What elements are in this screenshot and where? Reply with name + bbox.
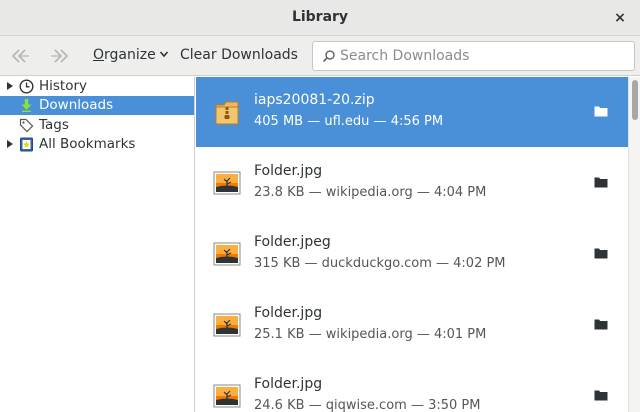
sidebar-item-label: All Bookmarks: [39, 136, 136, 152]
scrollbar[interactable]: [628, 77, 640, 412]
download-item[interactable]: iaps20081-20.zip 405 MB — ufl.edu — 4:56…: [196, 77, 628, 147]
library-window: Library × Organize Clear Downloads Searc…: [0, 0, 640, 412]
download-filename: Folder.jpg: [254, 305, 323, 321]
expander-arrow-icon[interactable]: [7, 82, 13, 90]
download-details: 315 KB — duckduckgo.com — 4:02 PM: [254, 256, 506, 271]
clock-icon: [19, 79, 34, 94]
toolbar: Organize Clear Downloads: [0, 36, 640, 76]
search-icon: [322, 50, 335, 63]
bookmarks-icon: [20, 137, 33, 152]
open-folder-icon[interactable]: [594, 176, 608, 188]
search-box[interactable]: [312, 41, 635, 71]
sidebar-item-tags[interactable]: Tags: [0, 116, 194, 135]
image-file-icon: [213, 242, 241, 266]
download-filename: Folder.jpg: [254, 376, 323, 392]
downloads-list[interactable]: iaps20081-20.zip 405 MB — ufl.edu — 4:56…: [196, 77, 628, 412]
download-filename: Folder.jpeg: [254, 234, 331, 250]
sidebar-item-all-bookmarks[interactable]: All Bookmarks: [0, 135, 194, 154]
window-title: Library: [291, 9, 349, 25]
zip-archive-icon: [215, 101, 239, 125]
search-input[interactable]: [340, 43, 630, 69]
download-item[interactable]: Folder.jpeg 315 KB — duckduckgo.com — 4:…: [196, 219, 628, 289]
image-file-icon: [213, 384, 241, 408]
sidebar-item-downloads[interactable]: Downloads: [0, 96, 194, 115]
open-folder-icon[interactable]: [594, 389, 608, 401]
tag-icon: [19, 118, 34, 133]
image-file-icon: [213, 313, 241, 337]
expander-arrow-icon[interactable]: [7, 140, 13, 148]
download-filename: Folder.jpg: [254, 163, 323, 179]
sidebar-item-label: History: [39, 78, 88, 94]
scrollbar-thumb[interactable]: [632, 80, 638, 120]
sidebar-item-label: Downloads: [39, 97, 114, 113]
forward-button[interactable]: [48, 46, 72, 66]
open-folder-icon[interactable]: [594, 318, 608, 330]
download-item[interactable]: Folder.jpg 23.8 KB — wikipedia.org — 4:0…: [196, 148, 628, 218]
download-details: 24.6 KB — qiqwise.com — 3:50 PM: [254, 398, 481, 412]
clear-downloads-button[interactable]: Clear Downloads: [180, 47, 298, 63]
sidebar-item-label: Tags: [39, 117, 69, 133]
organize-label: rganize: [104, 47, 156, 63]
back-arrow-icon: [11, 49, 29, 63]
open-folder-icon[interactable]: [594, 105, 608, 117]
download-item[interactable]: Folder.jpg 25.1 KB — wikipedia.org — 4:0…: [196, 290, 628, 360]
back-button[interactable]: [8, 46, 32, 66]
organize-mnemonic: O: [93, 47, 105, 63]
image-file-icon: [213, 171, 241, 195]
open-folder-icon[interactable]: [594, 247, 608, 259]
download-arrow-icon: [21, 99, 32, 112]
title-bar[interactable]: Library ×: [0, 0, 640, 36]
forward-arrow-icon: [51, 49, 69, 63]
close-button[interactable]: ×: [610, 8, 630, 28]
download-filename: iaps20081-20.zip: [254, 92, 375, 108]
sidebar-item-history[interactable]: History: [0, 77, 194, 96]
chevron-down-icon: [159, 51, 168, 58]
organize-menu-button[interactable]: Organize: [93, 47, 169, 63]
download-details: 23.8 KB — wikipedia.org — 4:04 PM: [254, 185, 487, 200]
download-item[interactable]: Folder.jpg 24.6 KB — qiqwise.com — 3:50 …: [196, 361, 628, 412]
sidebar: History Downloads Tags All Bookmarks: [0, 77, 195, 412]
download-details: 405 MB — ufl.edu — 4:56 PM: [254, 114, 444, 129]
download-details: 25.1 KB — wikipedia.org — 4:01 PM: [254, 327, 487, 342]
